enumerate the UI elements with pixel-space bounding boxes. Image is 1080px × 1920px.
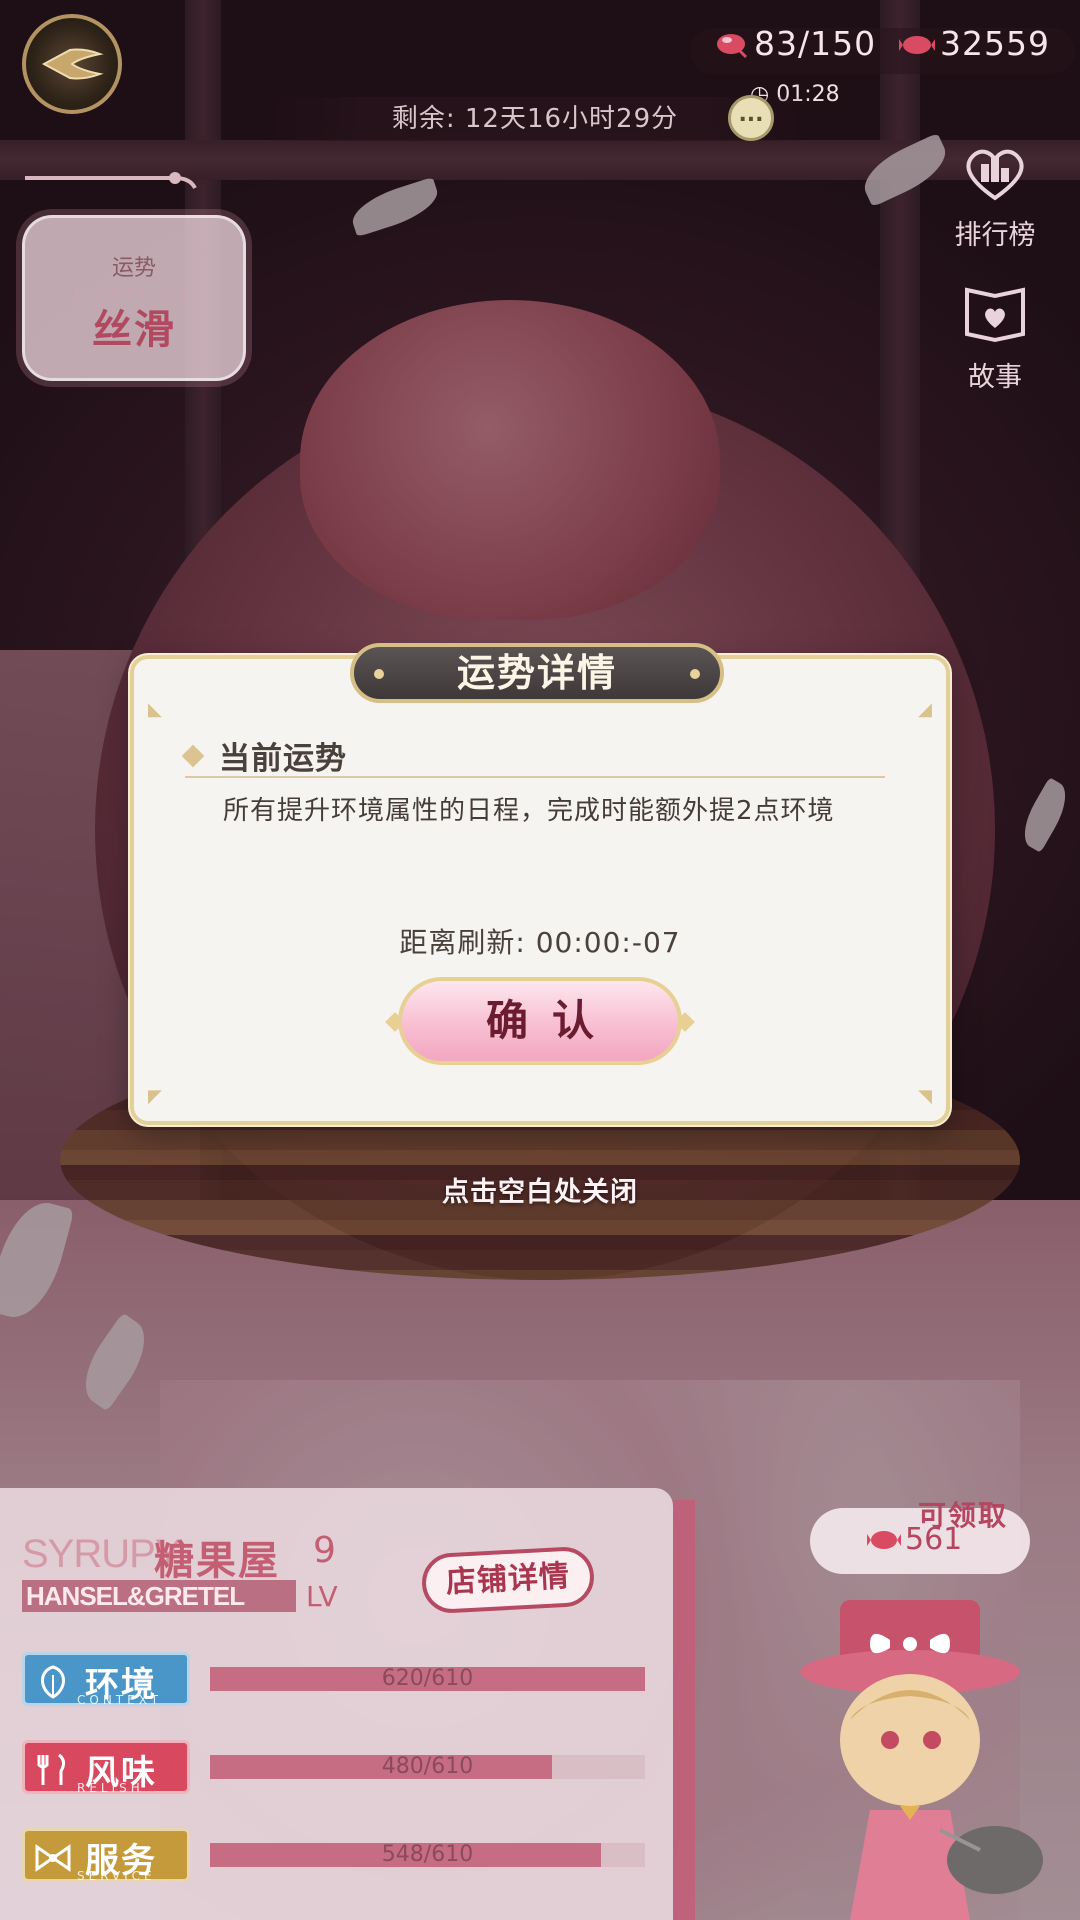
fortune-small-label: 运势 [111, 256, 156, 281]
ranking-icon [966, 149, 1024, 201]
refresh-countdown: 距离刷新: 00:00:-07 [130, 921, 950, 961]
candy-currency-icon [867, 1531, 901, 1549]
shop-subtitle-en: HANSEL&GRETEL [22, 1580, 296, 1612]
stat-name-en: CONTEXT [77, 1693, 163, 1707]
relish-badge: 风味 RELISH [22, 1740, 190, 1795]
leaf-icon [41, 1665, 65, 1699]
refresh-time: 00:00:-07 [535, 926, 681, 959]
close-hint: 点击空白处关闭 [442, 1177, 638, 1208]
stamina-value: 83/150 [754, 24, 877, 63]
shop-detail-label: 店铺详情 [420, 1545, 596, 1615]
corner-ornament-icon: ◥ [918, 1086, 932, 1107]
fortune-sign[interactable]: 运势 FORTUNE 丝滑 [22, 215, 246, 381]
modal-title: 运势详情 [350, 643, 724, 703]
stat-value: 480/610 [381, 1754, 474, 1779]
fortune-description: 所有提升环境属性的日程，完成时能额外提2点环境 [223, 796, 835, 826]
title-dot [374, 669, 384, 679]
section-header: 当前运势 [181, 733, 347, 778]
stat-row-service: 服务 SERVICE 548/610 [22, 1828, 645, 1883]
corner-ornament-icon: ◤ [148, 1086, 162, 1107]
stat-value: 620/610 [381, 1666, 474, 1691]
fortune-value: 丝滑 [92, 307, 176, 353]
context-badge: 环境 CONTEXT [22, 1652, 190, 1707]
stat-bar: 620/610 [210, 1667, 645, 1691]
panel-ribbon [673, 1500, 695, 1920]
title-dot [690, 669, 700, 679]
chat-bubble-icon[interactable]: ... [728, 95, 774, 141]
ranking-label: 排行榜 [954, 220, 1036, 251]
stat-value: 548/610 [381, 1842, 474, 1867]
shop-level: 9 [313, 1530, 336, 1571]
candy-currency-icon [899, 35, 935, 54]
modal-title-text: 运势详情 [456, 651, 617, 695]
corner-ornament-icon: ◢ [918, 699, 932, 720]
stat-bar: 480/610 [210, 1755, 645, 1779]
stamina-display: 83/150 [712, 24, 876, 63]
service-badge: 服务 SERVICE [22, 1828, 190, 1883]
bow-icon [35, 1844, 71, 1872]
stat-name-en: SERVICE [77, 1869, 156, 1883]
refresh-label: 距离刷新: [399, 926, 526, 959]
stat-name-en: RELISH [77, 1781, 144, 1795]
fork-knife-icon [37, 1753, 66, 1785]
corner-ornament-icon: ◣ [148, 699, 162, 720]
ranking-button[interactable]: 排行榜 [950, 138, 1040, 252]
back-button[interactable] [22, 14, 122, 114]
confirm-button[interactable]: 确认 [398, 977, 682, 1065]
section-divider [185, 776, 885, 778]
sign-hanger [25, 172, 197, 190]
claim-amount: 561 [905, 1522, 963, 1557]
shop-name-cn: 糖果屋 [154, 1538, 280, 1584]
story-book-icon [965, 287, 1025, 343]
shop-level-label: LV [306, 1580, 338, 1613]
currency-display: 32559 [898, 24, 1050, 63]
section-title: 当前运势 [219, 741, 347, 777]
diamond-bullet-icon [181, 744, 205, 767]
story-label: 故事 [968, 362, 1022, 393]
chef-character[interactable] [790, 1580, 1050, 1920]
back-arrow-icon [41, 48, 104, 80]
stat-row-context: 环境 CONTEXT 620/610 [22, 1652, 645, 1707]
stat-row-relish: 风味 RELISH 480/610 [22, 1740, 645, 1795]
stat-bar: 548/610 [210, 1843, 645, 1867]
currency-value: 32559 [940, 24, 1050, 63]
shop-detail-button[interactable]: 店铺详情 [402, 1530, 614, 1630]
candy-stamina-icon [717, 33, 748, 58]
story-button[interactable]: 故事 [950, 280, 1040, 394]
